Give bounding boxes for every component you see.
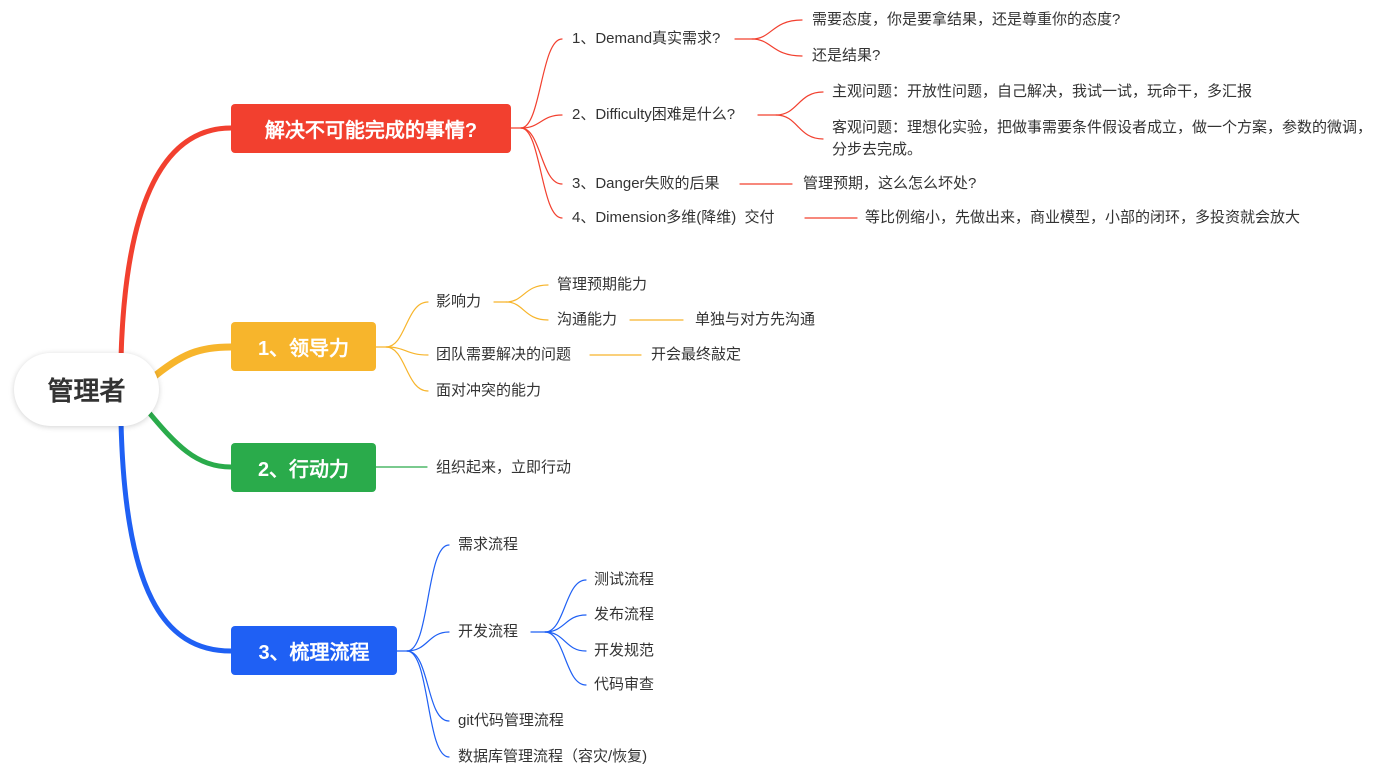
connector-demand-attitude [734, 19, 803, 40]
main-topic-action[interactable]: 2、行动力 [231, 443, 376, 492]
mind-map-canvas[interactable]: 管理者 解决不可能完成的事情? 1、领导力 2、行动力 3、梳理流程 1、Dem… [0, 0, 1395, 775]
subtopic-dimension[interactable]: 4、Dimension多维(降维) 交付 [572, 208, 775, 228]
connector-demand [510, 38, 563, 129]
subtopic-dev-standards[interactable]: 开发规范 [594, 641, 654, 661]
connector-requirements-process [396, 544, 450, 652]
connector-root-to-leadership [146, 343, 235, 384]
connector-dimension [520, 127, 563, 219]
main-topic-process[interactable]: 3、梳理流程 [231, 626, 397, 675]
connector-test-process [530, 579, 587, 633]
subtopic-conflict[interactable]: 面对冲突的能力 [436, 381, 541, 401]
connector-difficulty-subjective [757, 91, 824, 116]
subtopic-code-review[interactable]: 代码审查 [594, 675, 654, 695]
connector-root-to-action [143, 406, 234, 470]
root-topic[interactable]: 管理者 [14, 353, 159, 426]
connector-code-review [544, 631, 587, 686]
subtopic-requirements-process[interactable]: 需求流程 [458, 535, 518, 555]
subtopic-git-process[interactable]: git代码管理流程 [458, 711, 564, 731]
connector-root-to-process [118, 419, 234, 654]
subtopic-team-problems[interactable]: 团队需要解决的问题 [436, 345, 571, 365]
main-topic-solve-impossible[interactable]: 解决不可能完成的事情? [231, 104, 511, 153]
connector-database-process [406, 650, 450, 758]
subtopic-test-process[interactable]: 测试流程 [594, 570, 654, 590]
main-topic-leadership[interactable]: 1、领导力 [231, 322, 376, 371]
subtopic-manage-expectation-downside[interactable]: 管理预期，这么怎么坏处? [803, 174, 976, 194]
subtopic-objective-problem[interactable]: 客观问题：理想化实验，把做事需要条件假设者成立，做一个方案，参数的微调， 分步去… [832, 117, 1372, 161]
subtopic-database-process[interactable]: 数据库管理流程（容灾/恢复) [458, 747, 647, 767]
subtopic-demand[interactable]: 1、Demand真实需求? [572, 29, 720, 49]
subtopic-release-process[interactable]: 发布流程 [594, 605, 654, 625]
connector-git-process [406, 650, 450, 722]
subtopic-communicate-individually[interactable]: 单独与对方先沟通 [695, 310, 815, 330]
subtopic-organize-act[interactable]: 组织起来，立即行动 [436, 458, 571, 478]
connector-influence-communication [505, 301, 549, 321]
subtopic-dev-process[interactable]: 开发流程 [458, 622, 518, 642]
subtopic-result[interactable]: 还是结果? [812, 46, 880, 66]
subtopic-difficulty[interactable]: 2、Difficulty困难是什么? [572, 105, 735, 125]
connector-difficulty [520, 114, 563, 129]
connector-influence-expectation [493, 284, 549, 303]
subtopic-expectation-management[interactable]: 管理预期能力 [557, 275, 647, 295]
subtopic-subjective-problem[interactable]: 主观问题：开放性问题，自己解决，我试一试，玩命干，多汇报 [832, 82, 1252, 102]
subtopic-meeting-decide[interactable]: 开会最终敲定 [651, 345, 741, 365]
subtopic-scale-down[interactable]: 等比例缩小，先做出来，商业模型，小部的闭环，多投资就会放大 [865, 208, 1300, 228]
connector-demand-result [751, 38, 803, 57]
subtopic-attitude-or-result[interactable]: 需要态度，你是要拿结果，还是尊重你的态度? [812, 10, 1120, 30]
connector-conflict [385, 346, 429, 392]
connector-influence [375, 301, 429, 348]
connector-difficulty-objective [775, 114, 824, 140]
subtopic-influence[interactable]: 影响力 [436, 292, 481, 312]
connector-root-to-solve-impossible [118, 125, 234, 361]
subtopic-danger[interactable]: 3、Danger失败的后果 [572, 174, 720, 194]
subtopic-communication[interactable]: 沟通能力 [557, 310, 617, 330]
connector-dev-standards [544, 631, 587, 652]
